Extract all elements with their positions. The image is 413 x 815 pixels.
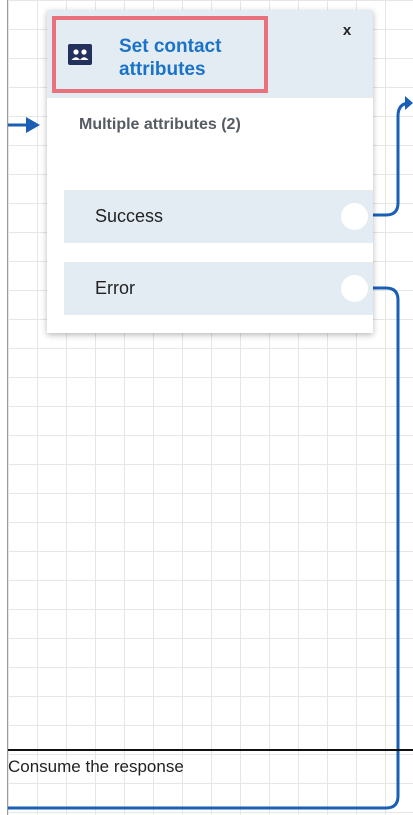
incoming-connector-arrow — [8, 117, 40, 133]
error-connector — [8, 286, 400, 810]
branch-label: Success — [95, 206, 164, 226]
branch-label: Error — [95, 278, 135, 298]
success-connector — [373, 101, 411, 217]
success-connector-arrow — [405, 96, 413, 110]
branch-error[interactable]: Error — [64, 262, 373, 315]
close-button[interactable]: x — [339, 22, 355, 40]
block-title: Set contact attributes — [119, 36, 222, 80]
footer-divider — [8, 749, 413, 751]
branch-success[interactable]: Success — [64, 190, 373, 243]
contact-card-icon — [68, 44, 92, 65]
error-output-handle[interactable] — [341, 275, 368, 302]
flow-canvas[interactable]: Set contact attributes x Multiple attrib… — [0, 0, 413, 815]
block-header[interactable]: Set contact attributes x — [47, 10, 373, 98]
success-output-handle[interactable] — [341, 203, 368, 230]
footer-caption: Consume the response — [8, 757, 184, 776]
set-contact-attributes-block[interactable]: Set contact attributes x Multiple attrib… — [47, 10, 373, 333]
block-subtitle: Multiple attributes (2) — [79, 116, 241, 133]
